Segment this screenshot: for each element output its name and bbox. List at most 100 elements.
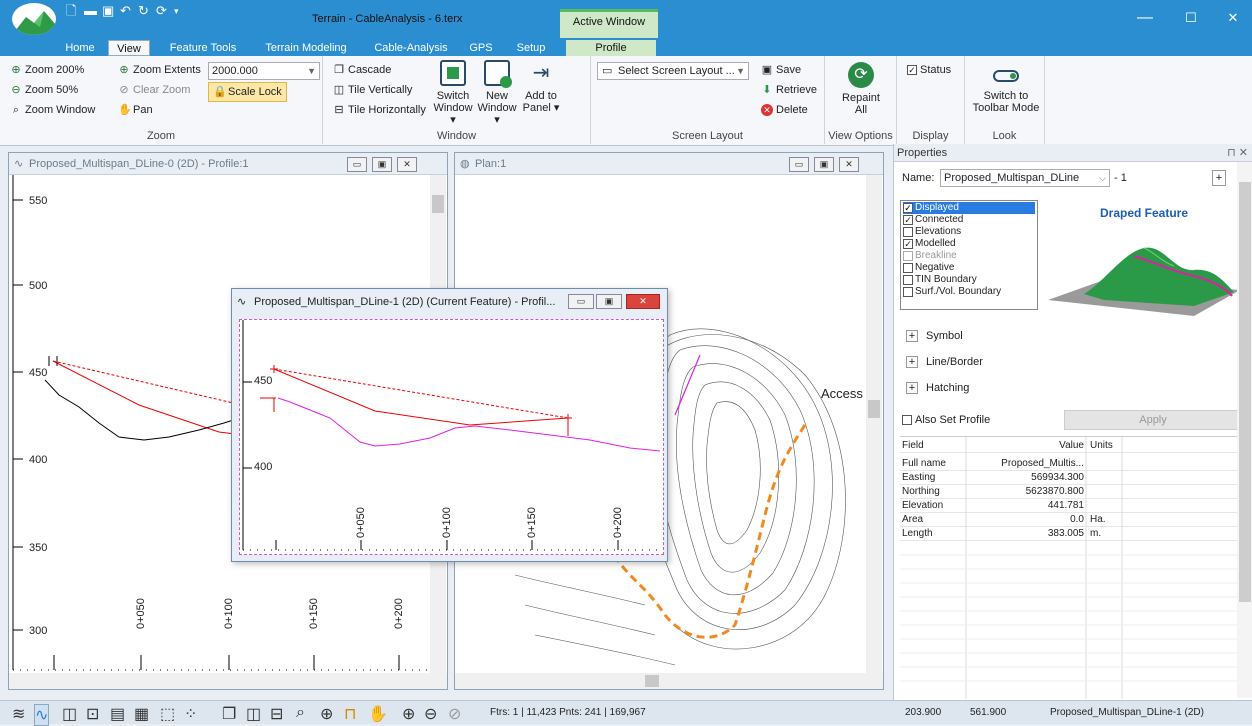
tile-horizontally-button[interactable]: ⊟ Tile Horizontally bbox=[333, 104, 425, 116]
pane-restore-button[interactable]: ▣ bbox=[372, 157, 392, 172]
cube-icon[interactable]: ◫ bbox=[62, 704, 77, 724]
floating-plot-area[interactable]: 450 400 0+050 0+100 0+150 0+200 bbox=[239, 319, 664, 555]
repaint-icon: ⟳ bbox=[848, 62, 874, 88]
points-icon[interactable]: ⁘ bbox=[184, 704, 197, 724]
save-icon: ▣ bbox=[761, 64, 773, 76]
symbol-expander[interactable]: + Symbol bbox=[906, 330, 963, 342]
undo-icon[interactable]: ↶ bbox=[120, 4, 134, 18]
repaint-all-button[interactable]: ⟳ Repaint All bbox=[833, 62, 889, 116]
cascade-icon[interactable]: ❐ bbox=[222, 704, 236, 724]
pin-close-icon[interactable]: ⊓ ✕ bbox=[1227, 144, 1248, 162]
floating-profile-window[interactable]: ∿ Proposed_Multispan_DLine-1 (2D) (Curre… bbox=[231, 288, 668, 562]
status-checkbox[interactable]: ✓ Status bbox=[907, 64, 951, 76]
flag-displayed[interactable]: ✓ Displayed bbox=[903, 202, 1035, 214]
contours-icon[interactable]: ≋ bbox=[12, 704, 25, 724]
chart-icon[interactable]: ▤ bbox=[110, 704, 125, 724]
also-set-profile-checkbox[interactable]: Also Set Profile bbox=[902, 414, 990, 426]
flag-connected[interactable]: ✓ Connected bbox=[903, 214, 1035, 226]
open-folder-icon[interactable]: ▬ bbox=[84, 4, 98, 18]
clear-zoom-icon[interactable]: ⊘ bbox=[448, 704, 461, 724]
draped-feature-preview bbox=[1048, 247, 1240, 316]
new-file-icon[interactable]: 🗋 bbox=[66, 4, 80, 18]
name-combo[interactable]: Proposed_Multispan_DLine ⌵ bbox=[940, 169, 1110, 187]
maximize-button[interactable]: ☐ bbox=[1180, 8, 1202, 28]
zoom-in-icon[interactable]: ⊕ bbox=[402, 704, 415, 724]
context-tab-active-window: Active Window bbox=[560, 9, 658, 38]
redo-icon[interactable]: ↻ bbox=[138, 4, 152, 18]
tab-view[interactable]: View bbox=[108, 40, 150, 56]
float-restore-button[interactable]: ▣ bbox=[596, 294, 622, 309]
zoom-200-button[interactable]: ⊕ Zoom 200% bbox=[10, 64, 84, 76]
pan-hand-icon[interactable]: ✋ bbox=[368, 704, 388, 724]
minimize-button[interactable]: — bbox=[1134, 8, 1156, 28]
pane-minimize-button[interactable]: ▭ bbox=[789, 157, 809, 172]
tab-terrain-modeling[interactable]: Terrain Modeling bbox=[256, 40, 356, 56]
layers-icon[interactable]: ⊡ bbox=[86, 704, 99, 724]
scale-lock-button[interactable]: 🔒 Scale Lock bbox=[208, 82, 287, 102]
refresh-icon[interactable]: ⟳ bbox=[156, 4, 170, 18]
properties-scrollbar[interactable] bbox=[1237, 162, 1252, 698]
cascade-button[interactable]: ❐ Cascade bbox=[333, 64, 391, 76]
delete-icon: ✕ bbox=[761, 104, 773, 116]
tab-cable-analysis[interactable]: Cable-Analysis bbox=[366, 40, 456, 56]
save-layout-button[interactable]: ▣ Save bbox=[761, 64, 801, 76]
switch-window-button[interactable]: Switch Window ▾ bbox=[431, 60, 475, 126]
flag-negative[interactable]: Negative bbox=[903, 262, 1035, 274]
zoom-window-button[interactable]: ⌕ Zoom Window bbox=[10, 104, 95, 116]
flag-breakline[interactable]: Breakline bbox=[903, 250, 1035, 262]
zoom-extents-button[interactable]: ⊕ Zoom Extents bbox=[118, 64, 200, 76]
lock-icon: 🔒 bbox=[213, 86, 227, 98]
apply-button[interactable]: Apply bbox=[1064, 410, 1242, 430]
flag-tin-boundary[interactable]: TIN Boundary bbox=[903, 274, 1035, 286]
new-window-button[interactable]: New Window ▾ bbox=[475, 60, 519, 126]
zoom-50-button[interactable]: ⊖ Zoom 50% bbox=[10, 84, 78, 96]
tile-vertically-button[interactable]: ◫ Tile Vertically bbox=[333, 84, 413, 96]
retrieve-layout-button[interactable]: ⬇ Retrieve bbox=[761, 84, 817, 96]
hatching-expander[interactable]: + Hatching bbox=[906, 382, 969, 394]
add-button[interactable]: + bbox=[1212, 170, 1226, 186]
flag-list[interactable]: ✓ Displayed ✓ Connected Elevations ✓ Modell… bbox=[900, 200, 1038, 310]
x-readout: 203.900 bbox=[905, 707, 942, 718]
save-icon[interactable]: ▣ bbox=[102, 4, 116, 18]
float-close-button[interactable]: ✕ bbox=[626, 294, 660, 309]
switch-toolbar-mode-button[interactable]: Switch to Toolbar Mode bbox=[971, 70, 1041, 114]
pane-close-button[interactable]: ✕ bbox=[397, 157, 417, 172]
tab-setup[interactable]: Setup bbox=[508, 40, 554, 56]
pane-close-button[interactable]: ✕ bbox=[839, 157, 859, 172]
tab-gps[interactable]: GPS bbox=[464, 40, 498, 56]
delete-layout-button[interactable]: ✕ Delete bbox=[761, 104, 808, 116]
tab-profile[interactable]: Profile bbox=[566, 40, 656, 56]
horizontal-scrollbar[interactable] bbox=[9, 673, 447, 689]
pan-button[interactable]: ✋ Pan bbox=[118, 104, 153, 116]
flag-surf-vol-boundary[interactable]: Surf./Vol. Boundary bbox=[903, 286, 1035, 298]
tab-feature-tools[interactable]: Feature Tools bbox=[160, 40, 246, 56]
zoom-out-icon[interactable]: ⊖ bbox=[424, 704, 437, 724]
add-to-panel-button[interactable]: ⇥ Add to Panel ▾ bbox=[521, 60, 561, 114]
lock-icon[interactable]: ⊓ bbox=[344, 704, 356, 724]
zoom-in-icon[interactable]: ⊕ bbox=[320, 704, 333, 724]
tile-vertical-icon[interactable]: ◫ bbox=[246, 704, 261, 724]
magnifier-icon[interactable]: ⌕ bbox=[296, 704, 305, 722]
vertical-scrollbar[interactable] bbox=[866, 175, 882, 675]
select-region-icon[interactable]: ⬚ bbox=[160, 704, 175, 724]
pane-restore-button[interactable]: ▣ bbox=[814, 157, 834, 172]
flag-elevations[interactable]: Elevations bbox=[903, 226, 1035, 238]
pane-minimize-button[interactable]: ▭ bbox=[347, 157, 367, 172]
clear-zoom-button[interactable]: ⊘ Clear Zoom bbox=[118, 84, 190, 96]
tile-horizontal-icon[interactable]: ⊟ bbox=[270, 704, 283, 724]
flag-modelled[interactable]: ✓ Modelled bbox=[903, 238, 1035, 250]
horizontal-scrollbar[interactable] bbox=[455, 673, 883, 689]
close-button[interactable]: ✕ bbox=[1222, 8, 1244, 28]
new-window-icon bbox=[484, 60, 512, 88]
screen-layout-combo[interactable]: ▭ Select Screen Layout ... ▼ bbox=[597, 62, 749, 80]
preview-title: Draped Feature bbox=[1099, 206, 1189, 220]
grid-icon[interactable]: ▦ bbox=[134, 704, 149, 724]
line-border-expander[interactable]: + Line/Border bbox=[906, 356, 983, 368]
tab-home[interactable]: Home bbox=[58, 40, 102, 56]
profile-toggle-icon[interactable]: ∿ bbox=[34, 704, 50, 726]
float-minimize-button[interactable]: ▭ bbox=[568, 294, 594, 309]
app-logo[interactable] bbox=[12, 3, 56, 35]
globe-icon: ◍ bbox=[460, 158, 470, 170]
customize-qat-icon[interactable]: ▾ bbox=[174, 4, 188, 18]
scale-combo[interactable]: 2000.000 ▼ bbox=[208, 62, 320, 80]
